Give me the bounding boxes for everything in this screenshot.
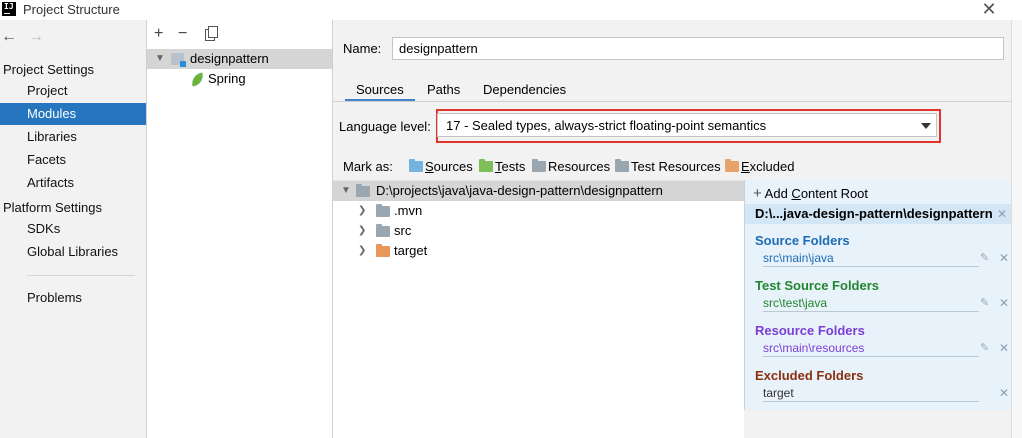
module-settings-panel: Name: Sources Paths Dependencies Languag… [333, 20, 1022, 438]
mark-as-toolbar: Mark as: Sources Tests Resources Test Re… [343, 159, 813, 175]
content-root-header: D:\...java-design-pattern\designpattern [745, 204, 1012, 224]
plus-icon: + [753, 185, 762, 202]
excluded-folder-icon [376, 244, 390, 257]
intellij-logo-icon: IJ [2, 2, 16, 16]
dropdown-arrow-icon[interactable] [921, 123, 931, 129]
folder-icon [376, 204, 390, 217]
sidebar-item-libraries[interactable]: Libraries [0, 126, 146, 148]
mark-as-label: Mark as: [343, 159, 393, 174]
chevron-right-icon[interactable]: ❯ [358, 241, 366, 261]
sidebar-item-modules[interactable]: Modules [0, 103, 146, 125]
pencil-icon[interactable]: ✎ [980, 252, 989, 264]
entry-underline [763, 311, 979, 312]
source-folder-entry[interactable]: src\main\java [763, 251, 834, 265]
sidebar-item-facets[interactable]: Facets [0, 149, 146, 171]
sidebar-divider [27, 275, 135, 276]
section-project-settings: Project Settings [3, 62, 95, 77]
folder-icon [376, 224, 390, 237]
tree-row-src[interactable]: ❯ src [333, 221, 744, 241]
history-navigation: ← → [0, 29, 60, 47]
chevron-right-icon[interactable]: ❯ [358, 201, 366, 221]
entry-underline [763, 401, 979, 402]
facet-tree-row[interactable]: Spring [147, 69, 332, 89]
module-tabs: Sources Paths Dependencies [345, 78, 605, 102]
resource-folder-icon [532, 159, 546, 172]
content-root-path: D:\...java-design-pattern\designpattern [755, 206, 993, 221]
add-module-button[interactable]: + [154, 26, 163, 42]
add-content-root-button[interactable]: + Add Content Root [753, 185, 868, 202]
excluded-folder-entry[interactable]: target [763, 386, 794, 400]
mark-tests-button[interactable]: Tests [479, 159, 525, 175]
test-source-folder-entry[interactable]: src\test\java [763, 296, 827, 310]
mark-test-resources-button[interactable]: Test Resources [615, 159, 721, 175]
test-resource-folder-icon [615, 159, 629, 172]
folder-icon [356, 184, 370, 197]
pencil-icon[interactable]: ✎ [980, 297, 989, 309]
content-root-path: D:\projects\java\java-design-pattern\des… [376, 183, 663, 198]
close-window-button[interactable]: ✕ [980, 0, 998, 18]
facet-name-label: Spring [208, 71, 246, 86]
tab-dependencies[interactable]: Dependencies [472, 78, 577, 102]
chevron-down-icon[interactable]: ▼ [155, 49, 165, 69]
sidebar-item-artifacts[interactable]: Artifacts [0, 172, 146, 194]
module-toolbar: + − [147, 26, 333, 44]
resource-folders-title: Resource Folders [755, 323, 865, 338]
module-name-input[interactable] [392, 37, 1004, 60]
entry-underline [763, 266, 979, 267]
module-icon [171, 53, 186, 67]
source-folders-title: Source Folders [755, 233, 850, 248]
source-folder-icon [409, 159, 423, 172]
folder-label: src [394, 223, 412, 238]
spring-leaf-icon [189, 72, 206, 87]
content-root-panel: + Add Content Root D:\...java-design-pat… [744, 180, 1012, 410]
remove-root-icon[interactable]: ✕ [997, 208, 1007, 220]
excluded-folder-icon [725, 159, 739, 172]
test-source-folders-title: Test Source Folders [755, 278, 880, 293]
chevron-down-icon[interactable]: ▼ [341, 181, 351, 201]
folder-label: target [394, 243, 428, 258]
copy-icon[interactable] [205, 26, 218, 41]
background-window-edge [1011, 20, 1022, 438]
window-title: Project Structure [23, 2, 120, 17]
language-level-label: Language level: [339, 119, 431, 134]
mark-resources-button[interactable]: Resources [532, 159, 610, 175]
settings-sidebar: ← → Project Settings Project Modules Lib… [0, 20, 147, 438]
mark-excluded-button[interactable]: Excluded [725, 159, 794, 175]
tabs-divider [333, 101, 1022, 102]
close-icon[interactable]: ✕ [999, 342, 1009, 354]
sidebar-item-sdks[interactable]: SDKs [0, 218, 146, 240]
content-root-row[interactable]: ▼ D:\projects\java\java-design-pattern\d… [333, 181, 744, 201]
close-icon[interactable]: ✕ [999, 252, 1009, 264]
tab-sources[interactable]: Sources [345, 78, 415, 102]
tree-row-target[interactable]: ❯ target [333, 241, 744, 261]
pencil-icon[interactable]: ✎ [980, 342, 989, 354]
folder-label: .mvn [394, 203, 423, 218]
entry-underline [763, 356, 979, 357]
excluded-folders-title: Excluded Folders [755, 368, 864, 383]
sidebar-item-global-libraries[interactable]: Global Libraries [0, 241, 146, 263]
name-label: Name: [343, 41, 382, 56]
tree-row-mvn[interactable]: ❯ .mvn [333, 201, 744, 221]
section-platform-settings: Platform Settings [3, 200, 102, 215]
close-icon[interactable]: ✕ [999, 387, 1009, 399]
language-level-select[interactable]: 17 - Sealed types, always-strict floatin… [437, 113, 937, 137]
close-icon[interactable]: ✕ [999, 297, 1009, 309]
sidebar-item-project[interactable]: Project [0, 80, 146, 102]
tab-paths[interactable]: Paths [416, 78, 471, 102]
title-bar: IJ Project Structure ✕ [0, 0, 1022, 20]
test-folder-icon [479, 159, 493, 172]
mark-sources-button[interactable]: Sources [409, 159, 473, 175]
forward-arrow-icon[interactable]: → [28, 29, 44, 45]
remove-module-button[interactable]: − [178, 26, 187, 42]
content-root-tree: ▼ D:\projects\java\java-design-pattern\d… [333, 180, 744, 438]
module-tree-panel: + − ▼ designpattern Spring [147, 20, 333, 438]
back-arrow-icon[interactable]: ← [1, 29, 17, 45]
module-tree-row[interactable]: ▼ designpattern [147, 49, 332, 69]
language-level-value: 17 - Sealed types, always-strict floatin… [446, 118, 767, 133]
module-name-label: designpattern [190, 51, 269, 66]
resource-folder-entry[interactable]: src\main\resources [763, 341, 864, 355]
sidebar-item-problems[interactable]: Problems [0, 287, 146, 309]
chevron-right-icon[interactable]: ❯ [358, 221, 366, 241]
